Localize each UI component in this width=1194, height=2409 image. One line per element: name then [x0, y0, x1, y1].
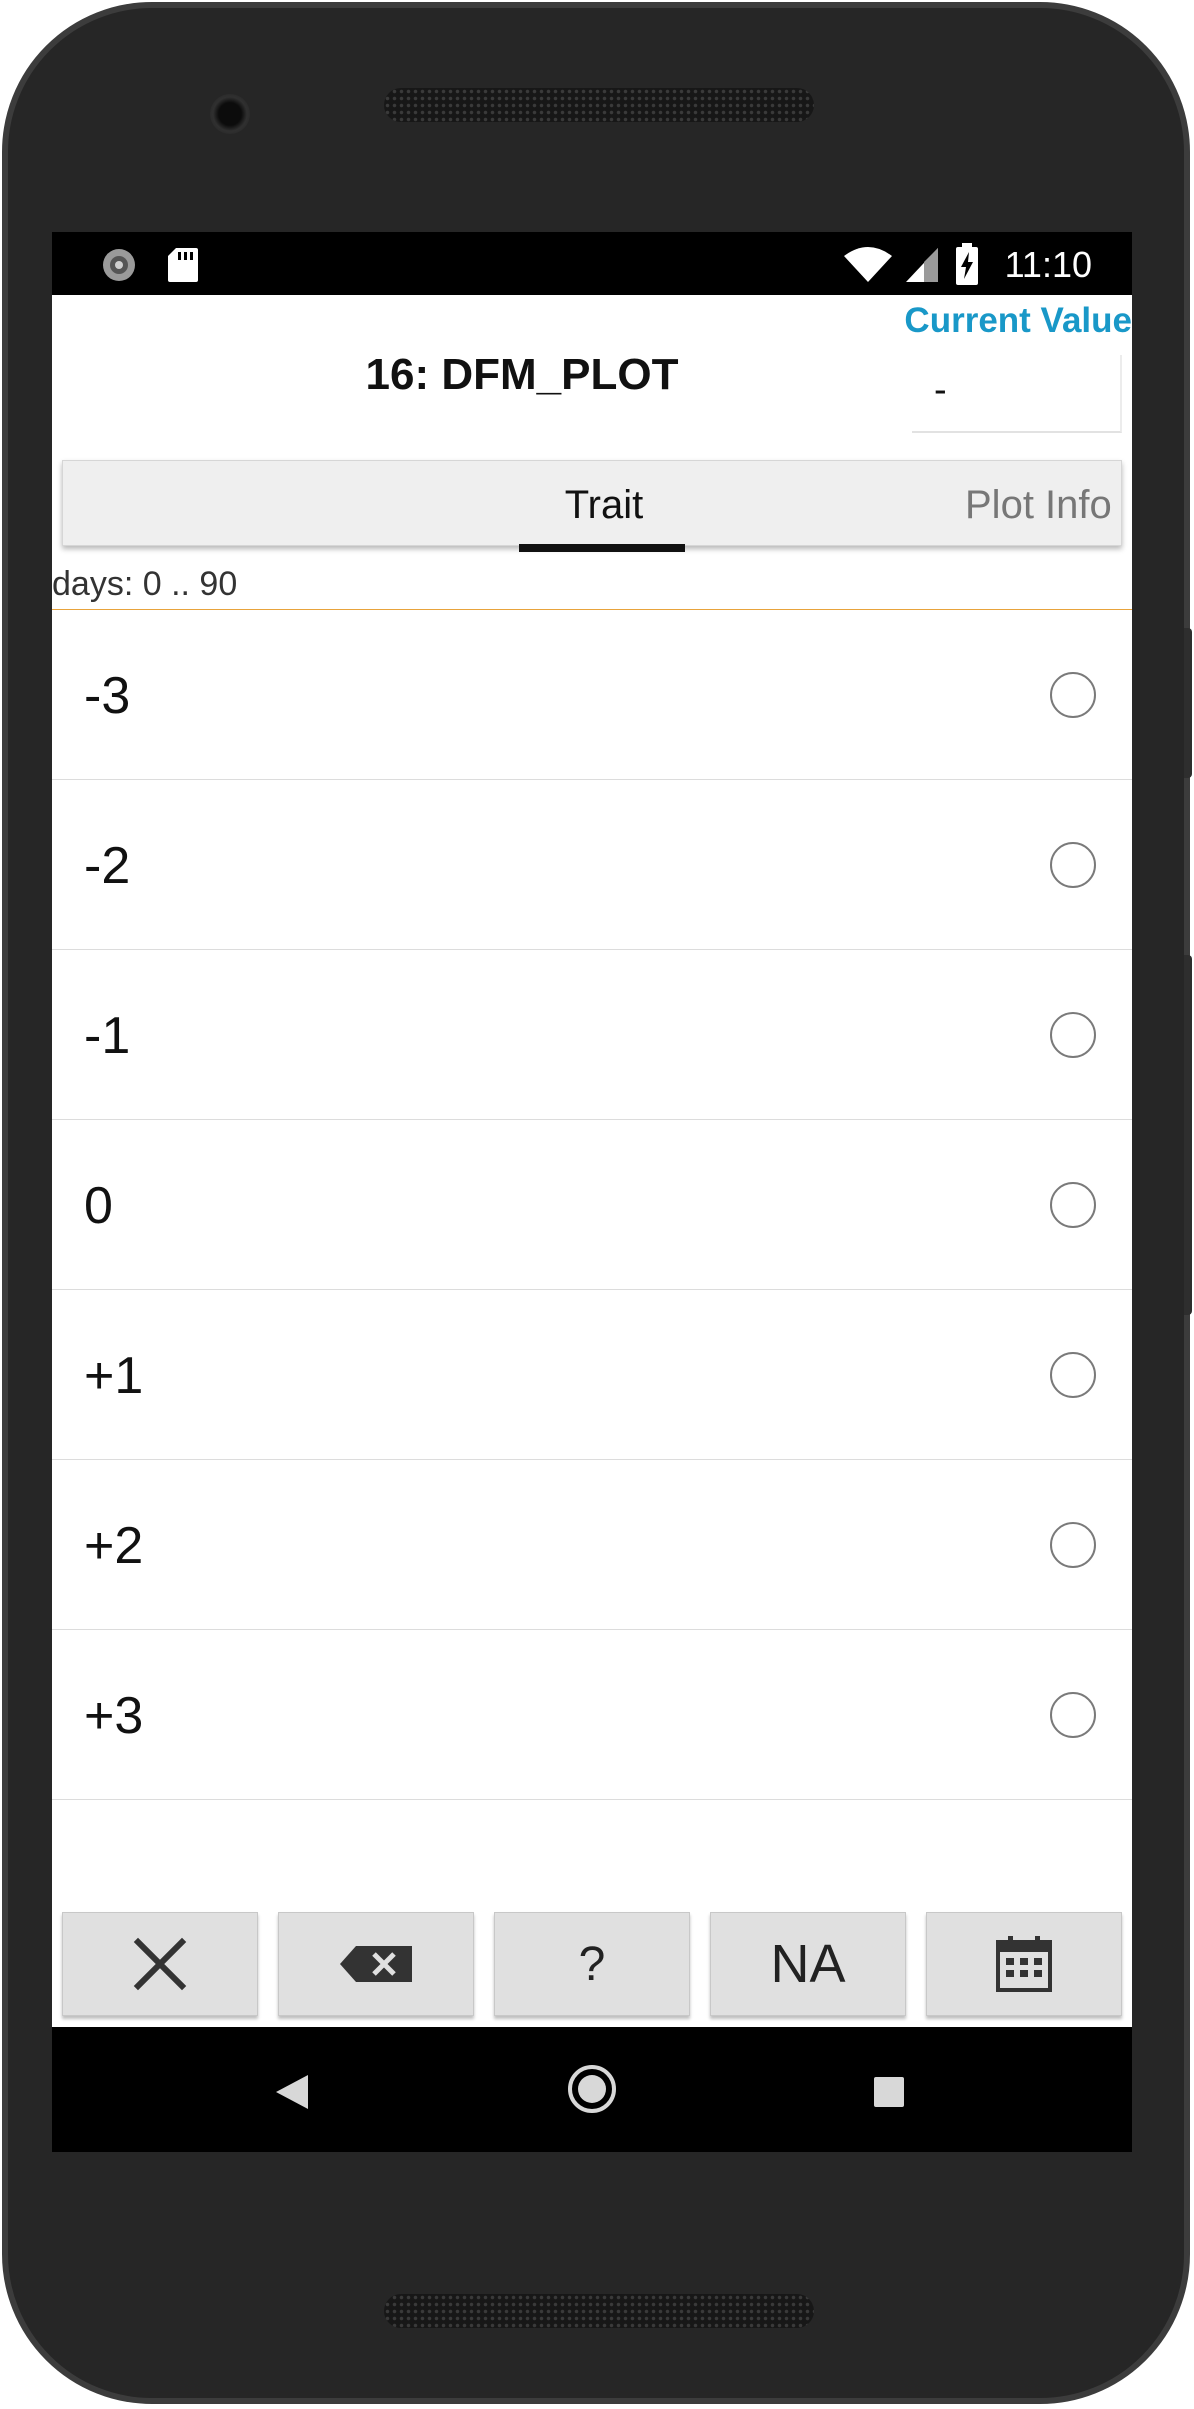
power-button — [1184, 628, 1192, 778]
tab-plot-info[interactable]: Plot Info — [965, 483, 1112, 528]
close-icon — [133, 1937, 187, 1991]
option-row[interactable]: +3 — [52, 1630, 1132, 1800]
wifi-icon — [844, 247, 892, 282]
back-icon[interactable] — [274, 2073, 310, 2111]
current-value-field[interactable]: - — [912, 355, 1122, 433]
option-radio-button[interactable] — [1050, 1352, 1096, 1398]
option-label: 0 — [84, 1177, 113, 1235]
battery-charging-icon — [956, 243, 978, 285]
volume-button — [1184, 955, 1192, 1315]
clear-button[interactable] — [62, 1912, 258, 2016]
tab-bar: Trait Plot Info — [62, 460, 1122, 552]
option-label: +3 — [84, 1687, 144, 1745]
top-speaker — [384, 88, 814, 122]
backspace-icon — [340, 1946, 412, 1982]
option-row[interactable]: -3 — [52, 610, 1132, 780]
action-button-row: ? NA — [52, 1912, 1132, 2022]
option-radio-button[interactable] — [1050, 1692, 1096, 1738]
option-label: +1 — [84, 1347, 144, 1405]
status-time: 11:10 — [1004, 244, 1092, 285]
option-label: -2 — [84, 837, 131, 895]
front-camera — [210, 94, 250, 134]
option-row[interactable]: -2 — [52, 780, 1132, 950]
help-button[interactable]: ? — [494, 1912, 690, 2016]
na-button-label: NA — [770, 1934, 846, 1994]
option-row[interactable]: +2 — [52, 1460, 1132, 1630]
option-row[interactable]: -1 — [52, 950, 1132, 1120]
help-button-label: ? — [578, 1937, 606, 1991]
option-list: -3 -2 -1 0 +1 +2 +3 — [52, 610, 1132, 1800]
calendar-icon — [996, 1936, 1052, 1992]
home-icon[interactable] — [566, 2063, 618, 2115]
delete-button[interactable] — [278, 1912, 474, 2016]
tab-selected-indicator — [519, 544, 685, 552]
screen: 11:10 16: DFM_PLOT Current Value - Trait… — [52, 232, 1132, 2152]
trait-range-text: days: 0 .. 90 — [52, 565, 238, 603]
recents-icon[interactable] — [872, 2075, 906, 2109]
current-value-text: - — [934, 369, 947, 411]
tab-trait[interactable]: Trait — [519, 483, 689, 528]
option-row[interactable]: 0 — [52, 1120, 1132, 1290]
status-bar: 11:10 — [52, 232, 1132, 295]
option-radio-button[interactable] — [1050, 1012, 1096, 1058]
navigation-bar — [52, 2027, 1132, 2152]
bottom-speaker — [384, 2294, 814, 2328]
na-button[interactable]: NA — [710, 1912, 906, 2016]
option-radio-button[interactable] — [1050, 842, 1096, 888]
option-radio-button[interactable] — [1050, 1182, 1096, 1228]
sync-icon — [103, 249, 135, 281]
option-radio-button[interactable] — [1050, 1522, 1096, 1568]
option-label: -3 — [84, 667, 131, 725]
current-value-label: Current Value — [904, 301, 1132, 340]
option-row[interactable]: +1 — [52, 1290, 1132, 1460]
option-label: +2 — [84, 1517, 144, 1575]
option-label: -1 — [84, 1007, 131, 1065]
signal-icon — [906, 248, 938, 282]
sd-card-icon — [168, 248, 198, 282]
option-radio-button[interactable] — [1050, 672, 1096, 718]
plot-title: 16: DFM_PLOT — [365, 350, 679, 399]
calendar-button[interactable] — [926, 1912, 1122, 2016]
